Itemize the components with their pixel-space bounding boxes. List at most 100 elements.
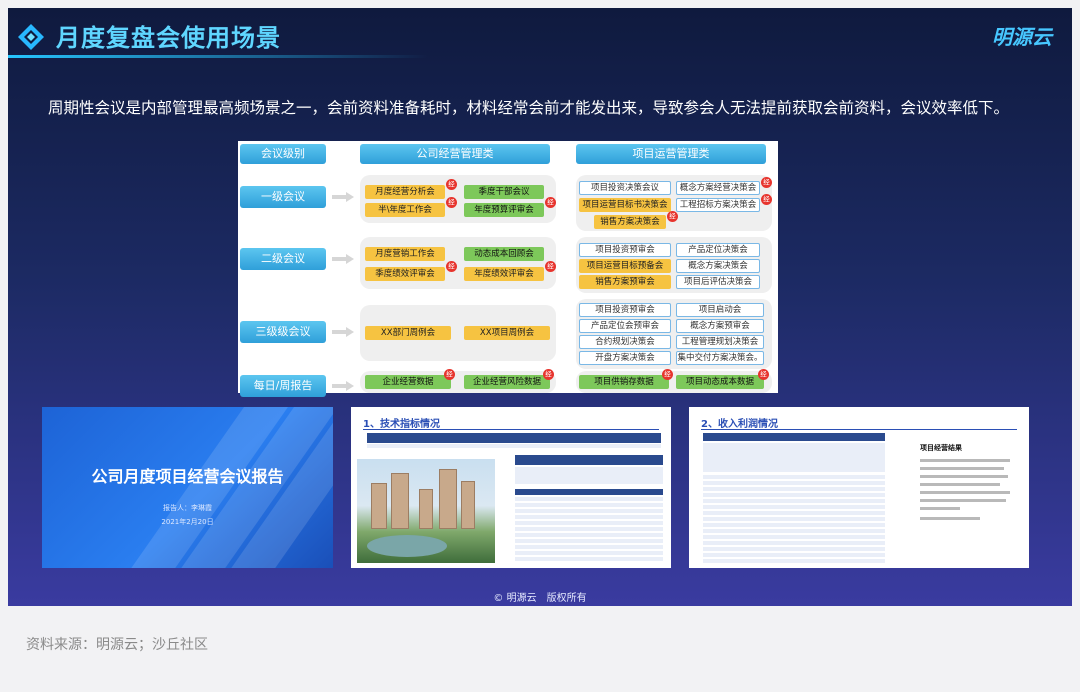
badge-icon: 经 xyxy=(446,179,457,190)
text-line xyxy=(920,507,960,510)
report-date: 2021年2月20日 xyxy=(161,518,214,526)
meeting-tag[interactable]: 动态成本回顾会 xyxy=(464,247,544,261)
badge-icon: 经 xyxy=(545,197,556,208)
company-l1-group: 月度经营分析会 经 季度干部会议 半\年度工作会 经 年度预算评审会 经 xyxy=(360,175,556,223)
badge-icon: 经 xyxy=(446,261,457,272)
tech-indicators-thumbnail[interactable]: 1、技术指标情况 xyxy=(351,407,671,568)
mini-table-header xyxy=(515,489,663,495)
column-header-company: 公司经营管理类 xyxy=(360,144,550,164)
table-row xyxy=(703,511,885,516)
report-reporter: 报告人：李琳霞 xyxy=(163,504,212,512)
meeting-tag[interactable]: 工程管理规划决策会 xyxy=(676,335,764,349)
table-row xyxy=(515,545,663,550)
level-4-label: 每日/周报告 xyxy=(240,375,326,397)
arrow-right-icon xyxy=(332,254,354,264)
mini-table-header xyxy=(703,433,885,441)
table-row xyxy=(703,475,885,480)
column-header-project: 项目运营管理类 xyxy=(576,144,766,164)
meeting-tag[interactable]: 概念方案预审会 xyxy=(676,319,764,333)
table-row xyxy=(515,515,663,520)
table-row xyxy=(703,481,885,486)
meeting-tag[interactable]: 项目运营目标预备会 xyxy=(579,259,671,273)
meeting-tag[interactable]: 项目投资预审会 xyxy=(579,243,671,257)
level-1-label: 一级会议 xyxy=(240,186,326,208)
intro-text: 周期性会议是内部管理最高频场景之一，会前资料准备耗时，材料经常会前才能发出来，导… xyxy=(48,99,1010,117)
table-row xyxy=(515,533,663,538)
mini-table-header xyxy=(515,455,663,465)
meeting-tag[interactable]: 开盘方案决策会 xyxy=(579,351,671,365)
table-row xyxy=(367,444,661,449)
table-row xyxy=(515,527,663,532)
badge-icon: 经 xyxy=(543,369,554,380)
table-row xyxy=(703,547,885,552)
presentation-slide: 月度复盘会使用场景 明源云 周期性会议是内部管理最高频场景之一，会前资料准备耗时… xyxy=(8,8,1072,606)
badge-icon: 经 xyxy=(667,211,678,222)
meeting-tag[interactable]: 项目动态成本数据 xyxy=(676,375,764,389)
project-l3-group: 项目投资预审会 项目启动会 产品定位会预审会 概念方案预审会 合约规划决策会 工… xyxy=(576,299,772,369)
badge-icon: 经 xyxy=(444,369,455,380)
meeting-tag[interactable]: 项目启动会 xyxy=(676,303,764,317)
meeting-tag[interactable]: 企业经营风险数据 xyxy=(464,375,550,389)
table-row xyxy=(515,557,663,562)
badge-icon: 经 xyxy=(446,197,457,208)
report-cover-thumbnail[interactable]: 公司月度项目经营会议报告 报告人：李琳霞 2021年2月20日 xyxy=(42,407,333,568)
meeting-tag[interactable]: 工程招标方案决策会 xyxy=(676,198,760,212)
meeting-tag[interactable]: 合约规划决策会 xyxy=(579,335,671,349)
text-line xyxy=(920,499,1006,502)
meeting-tag[interactable]: 销售方案预审会 xyxy=(579,275,671,289)
meeting-tag[interactable]: 季度绩效评审会 xyxy=(365,267,445,281)
project-l1-group: 项目投资决策会议 概念方案经营决策会 经 项目运营目标书决策会 工程招标方案决策… xyxy=(576,175,772,231)
meeting-tag[interactable]: 月度营销工作会 xyxy=(365,247,445,261)
diamond-logo-icon xyxy=(18,24,44,50)
section-divider xyxy=(363,429,659,430)
table-row xyxy=(515,509,663,514)
company-l3-group: XX部门周例会 XX项目周例会 xyxy=(360,305,556,361)
table-row xyxy=(703,535,885,540)
copyright-text: © 明源云 版权所有 xyxy=(493,593,587,604)
meeting-tag[interactable]: XX部门周例会 xyxy=(365,326,451,340)
column-header-level: 会议级别 xyxy=(240,144,326,164)
project-l4-group: 项目供销存数据 经 项目动态成本数据 经 xyxy=(576,369,772,393)
arrow-right-icon xyxy=(332,327,354,337)
table-row xyxy=(703,553,885,558)
meeting-tag[interactable]: 项目投资预审会 xyxy=(579,303,671,317)
meeting-tag[interactable]: 企业经营数据 xyxy=(365,375,451,389)
text-line xyxy=(920,483,1000,486)
table-row xyxy=(703,541,885,546)
meeting-tag[interactable]: 销售方案决策会 xyxy=(594,215,666,229)
meeting-tag[interactable]: 概念方案经营决策会 xyxy=(676,181,760,195)
meeting-tag[interactable]: 产品定位会预审会 xyxy=(579,319,671,333)
meeting-tag[interactable]: 年度预算评审会 xyxy=(464,203,544,217)
table-row xyxy=(515,551,663,556)
badge-icon: 经 xyxy=(761,177,772,188)
table-row xyxy=(515,467,663,485)
income-profit-thumbnail[interactable]: 2、收入利润情况 项目经营结果 xyxy=(689,407,1029,568)
level-3-label: 三级级会议 xyxy=(240,321,326,343)
table-row xyxy=(703,517,885,522)
meeting-tag[interactable]: 项目供销存数据 xyxy=(579,375,669,389)
slide-header: 月度复盘会使用场景 明源云 xyxy=(8,8,1072,70)
meeting-tag[interactable]: 项目投资决策会议 xyxy=(579,181,671,195)
meeting-tag[interactable]: 概念方案决策会 xyxy=(676,259,760,273)
source-caption: 资料来源：明源云；沙丘社区 xyxy=(26,637,208,653)
badge-icon: 经 xyxy=(761,194,772,205)
meeting-tag[interactable]: 半\年度工作会 xyxy=(365,203,445,217)
table-row xyxy=(703,529,885,534)
meeting-tag[interactable]: 项目后评估决策会 xyxy=(676,275,760,289)
badge-icon: 经 xyxy=(662,369,673,380)
arrow-right-icon xyxy=(332,381,354,391)
meeting-tag[interactable]: 月度经营分析会 xyxy=(365,185,445,199)
section-title: 2、收入利润情况 xyxy=(701,419,778,430)
mini-table-header xyxy=(367,433,661,443)
slide-title: 月度复盘会使用场景 xyxy=(56,24,281,52)
project-l2-group: 项目投资预审会 产品定位决策会 项目运营目标预备会 概念方案决策会 销售方案预审… xyxy=(576,237,772,293)
meeting-tag[interactable]: 季度干部会议 xyxy=(464,185,544,199)
meeting-tag[interactable]: 年度绩效评审会 xyxy=(464,267,544,281)
meeting-tag[interactable]: 集中交付方案决策会。 xyxy=(676,351,764,365)
meeting-tag[interactable]: XX项目周例会 xyxy=(464,326,550,340)
table-row xyxy=(703,559,885,564)
company-l4-group: 企业经营数据 经 企业经营风险数据 经 xyxy=(360,369,556,393)
meeting-tag[interactable]: 产品定位决策会 xyxy=(676,243,760,257)
text-line xyxy=(920,459,1010,462)
meeting-tag[interactable]: 项目运营目标书决策会 xyxy=(579,198,671,212)
